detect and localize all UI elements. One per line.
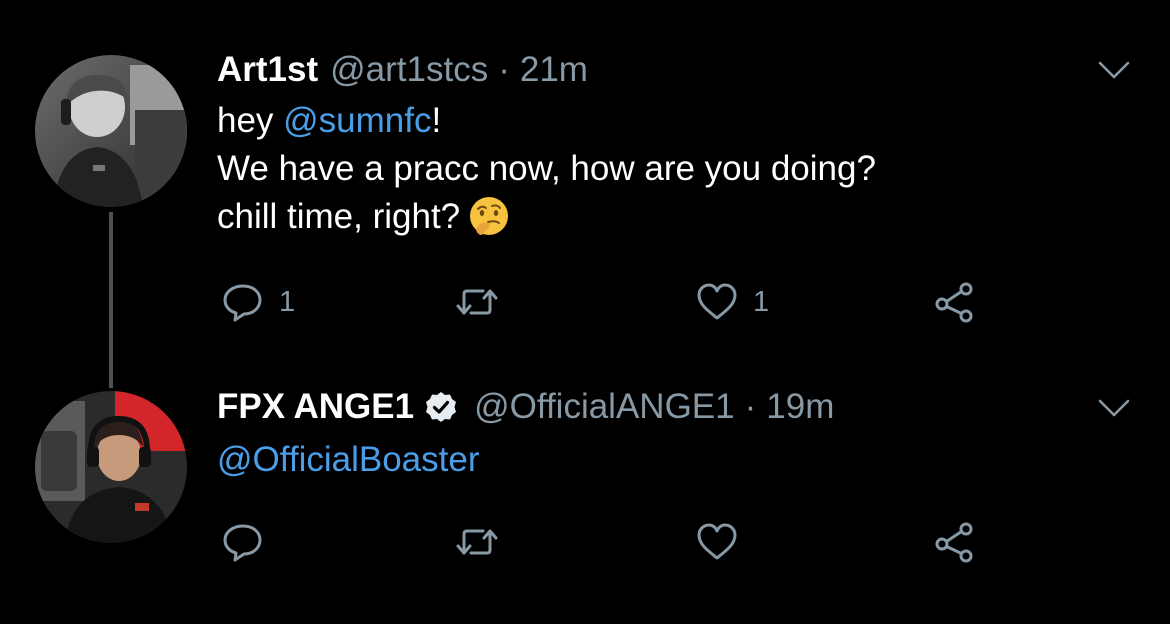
share-button[interactable] (932, 517, 976, 567)
separator: · (498, 50, 510, 89)
chevron-down-icon[interactable] (1098, 60, 1130, 80)
tweet-header: FPX ANGE1 @OfficialANGE1 · 19m (217, 387, 834, 427)
avatar[interactable] (35, 391, 187, 543)
tweet-actions: 1 1 (217, 277, 997, 327)
tweet-text: @OfficialBoaster (217, 436, 479, 484)
display-name[interactable]: FPX ANGE1 (217, 387, 414, 427)
retweet-button[interactable] (455, 517, 513, 567)
like-button[interactable] (695, 517, 753, 567)
display-name[interactable]: Art1st (217, 50, 318, 90)
timestamp[interactable]: 19m (766, 387, 834, 427)
mention-link[interactable]: @sumnfc (283, 101, 431, 140)
heart-icon (697, 523, 737, 560)
reply-button[interactable]: 1 (221, 277, 295, 327)
tweet-header: Art1st @art1stcs · 21m (217, 50, 588, 90)
tweet-text: hey @sumnfc! We have a pracc now, how ar… (217, 97, 876, 241)
tweet-actions (217, 517, 997, 567)
reply-button[interactable] (221, 517, 279, 567)
heart-icon (697, 283, 737, 320)
mention-link[interactable]: @OfficialBoaster (217, 436, 479, 484)
share-icon (935, 282, 973, 323)
like-button[interactable]: 1 (695, 277, 769, 327)
text-segment: chill time, right? (217, 197, 461, 236)
tweet[interactable]: Art1st @art1stcs · 21m hey @sumnfc! We h… (0, 0, 1170, 388)
user-handle[interactable]: @art1stcs (330, 50, 488, 90)
retweet-icon (456, 289, 498, 315)
timestamp[interactable]: 21m (520, 50, 588, 90)
tweet-text-line: chill time, right? (217, 193, 876, 241)
tweet[interactable]: FPX ANGE1 @OfficialANGE1 · 19m @Official… (0, 360, 1170, 624)
share-button[interactable] (932, 277, 976, 327)
reply-icon (223, 524, 262, 562)
text-segment: hey (217, 101, 284, 140)
tweet-text-line: hey @sumnfc! (217, 97, 876, 145)
user-handle[interactable]: @OfficialANGE1 (474, 387, 735, 427)
avatar[interactable] (35, 55, 187, 207)
like-count: 1 (753, 285, 770, 318)
text-segment: ! (431, 101, 442, 140)
thinking-face-icon (470, 196, 509, 235)
retweet-icon (456, 529, 498, 555)
reply-icon (223, 284, 262, 322)
verified-badge-icon (426, 392, 457, 422)
share-icon (935, 522, 973, 563)
tweet-text-line: We have a pracc now, how are you doing? (217, 149, 876, 188)
chevron-down-icon[interactable] (1098, 398, 1130, 418)
separator: · (744, 387, 757, 426)
avatar-photo (35, 55, 187, 207)
avatar-photo (35, 391, 187, 543)
reply-count: 1 (279, 285, 296, 318)
retweet-button[interactable] (455, 277, 513, 327)
